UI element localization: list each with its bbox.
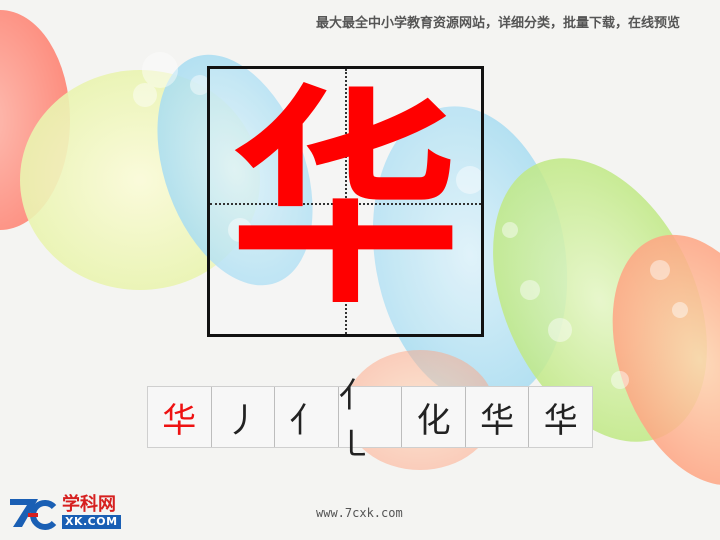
stroke-step: 华: [162, 400, 197, 441]
logo-english-name: XK.COM: [62, 515, 121, 529]
stroke-step: 亻㇄: [338, 376, 373, 465]
logo-mark-icon: [10, 499, 57, 530]
stroke-order-strip: 华 丿 亻 亻㇄ 化 华 华: [147, 376, 593, 465]
site-banner: 最大最全中小学教育资源网站，详细分类，批量下载，在线预览: [315, 16, 680, 31]
stroke-step: 华: [480, 400, 515, 441]
stroke-cell: 华: [529, 387, 593, 447]
stroke-cell: 亻㇄: [338, 376, 403, 465]
stroke-cell: 华: [148, 387, 212, 447]
stroke-step: 化: [416, 400, 451, 441]
stroke-step: 亻: [289, 400, 324, 441]
stroke-cell: 华: [465, 387, 530, 447]
stroke-cell: 化: [402, 387, 466, 447]
stroke-step: 丿: [225, 400, 260, 441]
stroke-step: 华: [543, 400, 578, 441]
logo-chinese-name: 学科网: [62, 494, 116, 515]
main-character: 华: [230, 67, 461, 335]
stroke-cell: 丿: [211, 387, 276, 447]
character-grid: 华: [207, 66, 484, 337]
footer-url[interactable]: www.7cxk.com: [316, 506, 403, 520]
stroke-cell: 亻: [275, 387, 339, 447]
site-logo[interactable]: 学科网 XK.COM: [8, 492, 140, 532]
